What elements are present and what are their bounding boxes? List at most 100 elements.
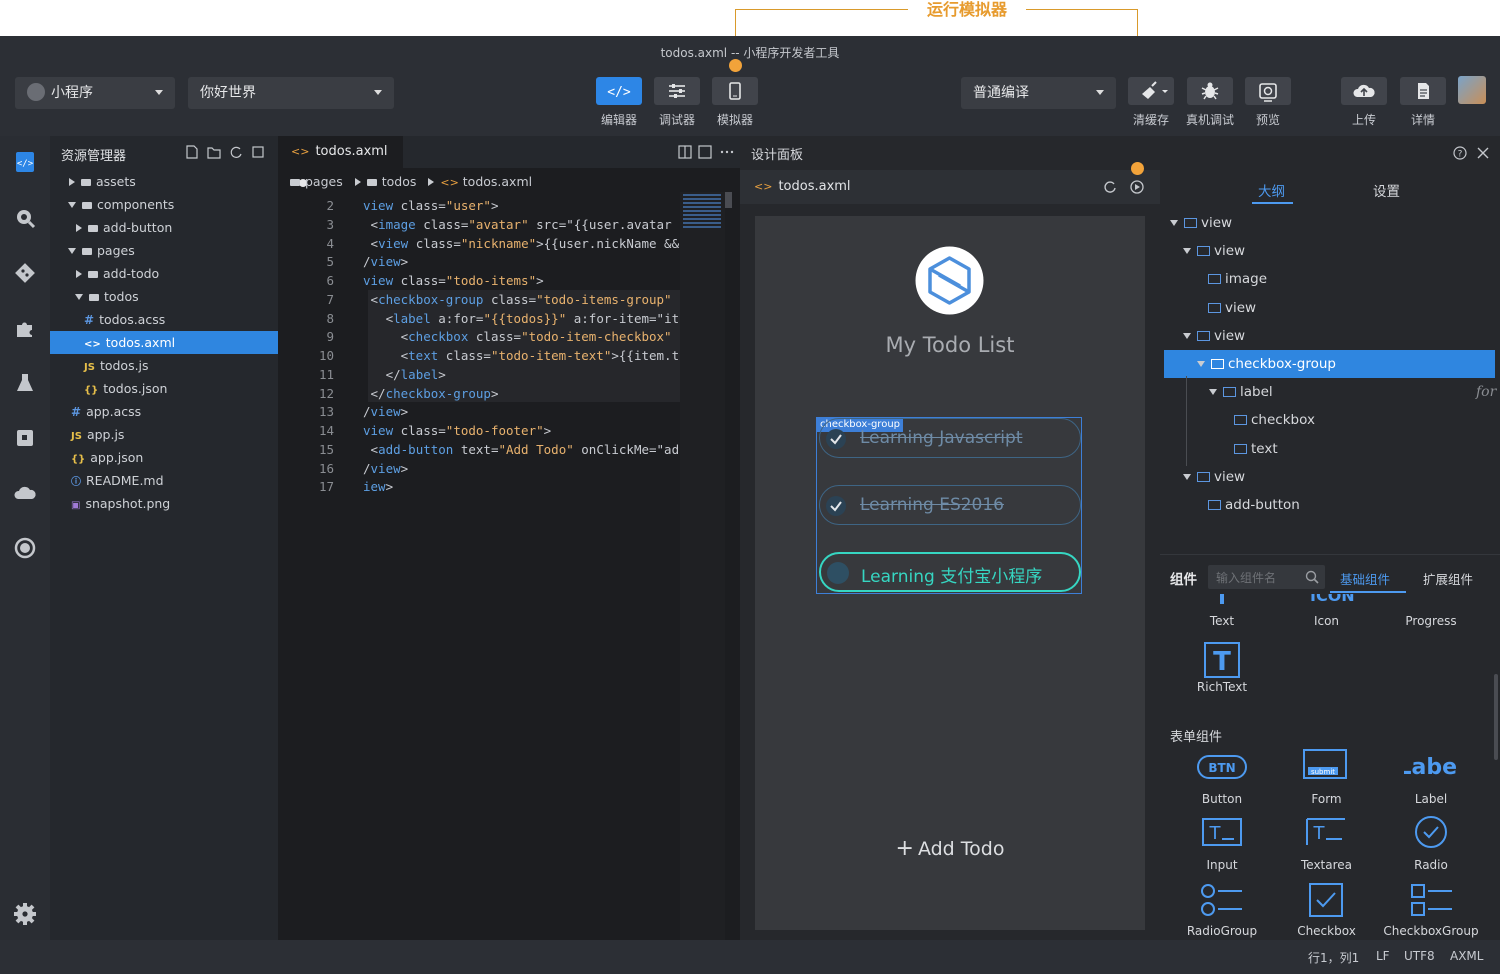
outline-node-image[interactable]: image — [1208, 266, 1267, 292]
chevron-down-icon[interactable] — [1183, 332, 1191, 339]
tree-item-add-button[interactable]: add-button — [50, 216, 278, 239]
form-component-icon[interactable]: submit — [1303, 749, 1347, 781]
component-search-input[interactable]: 输入组件名 — [1208, 565, 1325, 589]
component-label-radio[interactable]: Radio — [1379, 858, 1483, 872]
code-line[interactable]: 14 view class="todo-footer"> — [278, 421, 740, 440]
checkbox-component-icon[interactable] — [1309, 883, 1343, 917]
code-line[interactable]: 17 iew> — [278, 477, 740, 496]
input-component-icon[interactable]: T — [1202, 815, 1242, 849]
checkbox-unchecked-icon[interactable] — [827, 562, 849, 584]
richtext-component-icon[interactable]: T — [1204, 642, 1240, 678]
git-icon[interactable] — [13, 261, 37, 285]
tree-item-app-js[interactable]: JS app.js — [50, 423, 278, 446]
outline-node-view[interactable]: view — [1208, 295, 1256, 321]
component-label-input[interactable]: Input — [1170, 858, 1274, 872]
editor-mode-button[interactable]: </> — [596, 77, 642, 105]
outline-node-text[interactable]: text — [1234, 436, 1278, 462]
language-mode[interactable]: AXML — [1450, 949, 1483, 963]
tree-item-todos-acss[interactable]: # todos.acss — [50, 308, 278, 331]
tab-outline[interactable]: 大纲 — [1258, 180, 1285, 200]
outline-node-view[interactable]: view — [1183, 323, 1245, 349]
debugger-mode-button[interactable] — [654, 77, 700, 105]
component-label-button[interactable]: Button — [1170, 792, 1274, 806]
tree-item-todos-axml[interactable]: <> todos.axml — [50, 331, 278, 354]
line-ending[interactable]: LF — [1376, 949, 1390, 963]
breadcrumb-pages[interactable]: pages — [305, 174, 343, 189]
flask-icon[interactable] — [13, 371, 37, 395]
code-line[interactable]: 3 <image class="avatar" src="{{user.avat… — [278, 215, 740, 234]
grid-icon[interactable] — [13, 426, 37, 450]
upload-button[interactable] — [1341, 77, 1387, 105]
tree-item-components[interactable]: components — [50, 193, 278, 216]
cursor-position[interactable]: 行1，列1 — [1308, 949, 1359, 966]
headset-icon[interactable] — [13, 536, 37, 560]
cloud-icon[interactable] — [13, 481, 37, 505]
chevron-down-icon[interactable] — [1209, 389, 1217, 396]
tree-item-todos-json[interactable]: {} todos.json — [50, 377, 278, 400]
component-label-radiogroup[interactable]: RadioGroup — [1170, 924, 1274, 938]
user-avatar[interactable] — [1458, 76, 1486, 104]
tab-extended-components[interactable]: 扩展组件 — [1423, 569, 1473, 588]
search-icon[interactable] — [13, 206, 37, 230]
component-label-icon[interactable]: Icon — [1275, 614, 1379, 628]
tree-item-assets[interactable]: assets — [50, 170, 278, 193]
textarea-component-icon[interactable]: T — [1306, 815, 1346, 849]
clear-cache-button[interactable] — [1128, 77, 1174, 105]
code-line[interactable]: 16/view> — [278, 459, 740, 478]
remote-debug-button[interactable] — [1187, 77, 1233, 105]
code-line[interactable]: 8 <label a:for="{{todos}}" a:for-item="i… — [278, 309, 740, 328]
tree-item-todos[interactable]: todos — [50, 285, 278, 308]
chevron-down-icon[interactable] — [1170, 220, 1178, 226]
radiogroup-component-icon[interactable] — [1200, 883, 1244, 917]
checkboxgroup-component-icon[interactable] — [1410, 883, 1454, 917]
component-label-label[interactable]: Label — [1379, 792, 1483, 806]
code-line[interactable]: 11 </label> — [278, 365, 740, 384]
simulator-mode-button[interactable] — [712, 77, 758, 105]
component-label-textarea[interactable]: Textarea — [1275, 858, 1379, 872]
button-component-icon[interactable]: BTN — [1197, 752, 1247, 782]
todo-item-2[interactable]: Learning ES2016 — [819, 485, 1081, 525]
component-label-form[interactable]: Form — [1275, 792, 1379, 806]
project-select[interactable]: 小程序 — [15, 77, 175, 109]
outline-node-view[interactable]: view — [1183, 238, 1245, 264]
outline-node-view[interactable]: view — [1183, 464, 1245, 490]
code-file-icon[interactable]: </> — [13, 150, 37, 174]
code-line[interactable]: 2 view class="user"> — [278, 196, 740, 215]
component-label-checkbox[interactable]: Checkbox — [1275, 924, 1379, 938]
code-line[interactable]: 9 <checkbox class="todo-item-checkbox" — [278, 327, 740, 346]
tree-item-app-acss[interactable]: # app.acss — [50, 400, 278, 423]
checkbox-checked-icon[interactable] — [826, 496, 846, 516]
chevron-down-icon[interactable] — [1183, 473, 1191, 480]
code-line[interactable]: 4 <view class="nickname">{{user.nickName… — [278, 234, 740, 253]
breadcrumb-file[interactable]: todos.axml — [463, 174, 532, 189]
gear-icon[interactable] — [13, 902, 37, 926]
chevron-down-icon[interactable] — [1183, 248, 1191, 255]
design-file-tab[interactable]: <> todos.axml — [754, 179, 851, 194]
editor-tab-todos-axml[interactable]: <> todos.axml — [278, 136, 403, 187]
checkbox-checked-icon[interactable] — [826, 429, 846, 449]
code-line[interactable]: 5/view> — [278, 252, 740, 271]
preview-button[interactable] — [1245, 77, 1291, 105]
page-select[interactable]: 你好世界 — [188, 77, 394, 109]
outline-node-checkbox-group[interactable]: checkbox-group — [1197, 351, 1336, 377]
code-line[interactable]: 6 view class="todo-items"> — [278, 271, 740, 290]
tree-item-add-todo[interactable]: add-todo — [50, 262, 278, 285]
label-component-icon[interactable]: Label — [1404, 752, 1458, 782]
outline-node-checkbox[interactable]: checkbox — [1234, 407, 1315, 433]
outline-node-label[interactable]: label — [1209, 379, 1273, 405]
chevron-down-icon[interactable] — [1197, 361, 1205, 367]
outline-node-view[interactable]: view — [1170, 210, 1232, 236]
component-label-text[interactable]: Text — [1170, 614, 1274, 628]
todo-item-3[interactable]: Learning 支付宝小程序 — [819, 552, 1081, 592]
breadcrumb-todos[interactable]: todos — [382, 174, 417, 189]
component-label-checkboxgroup[interactable]: CheckboxGroup — [1379, 924, 1483, 938]
tab-settings[interactable]: 设置 — [1373, 180, 1400, 200]
outline-node-add-button[interactable]: add-button — [1208, 492, 1300, 518]
tree-item-todos-js[interactable]: JS todos.js — [50, 354, 278, 377]
tab-basic-components[interactable]: 基础组件 — [1340, 569, 1390, 588]
extensions-icon[interactable] — [13, 316, 37, 340]
code-line[interactable]: 15 <add-button text="Add Todo" onClickMe… — [278, 440, 740, 459]
radio-component-icon[interactable] — [1414, 815, 1448, 849]
tree-item-readme[interactable]: ⓘ README.md — [50, 469, 278, 492]
tree-item-snapshot[interactable]: ▣ snapshot.png — [50, 492, 278, 515]
